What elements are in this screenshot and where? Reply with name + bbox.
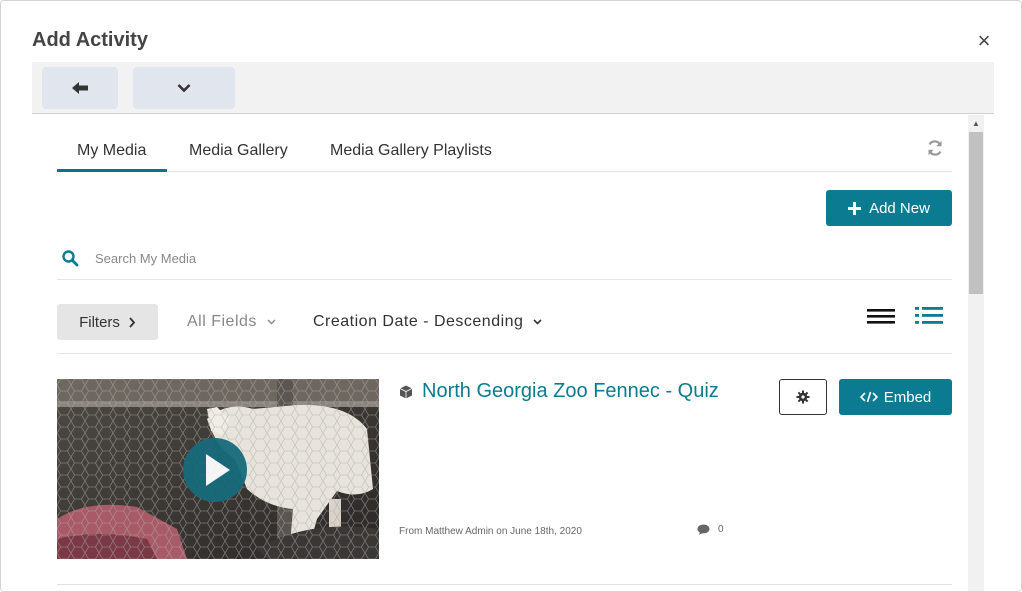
entry-title-link[interactable]: North Georgia Zoo Fennec - Quiz	[422, 380, 719, 403]
search-icon	[62, 250, 79, 267]
sort-select[interactable]: Creation Date - Descending	[313, 313, 543, 331]
sort-select-value: Creation Date - Descending	[313, 313, 524, 330]
menu-dropdown-button[interactable]	[133, 67, 235, 109]
field-select-value: All Fields	[187, 313, 257, 330]
close-button[interactable]: ×	[973, 30, 995, 53]
scroll-up-arrow[interactable]: ▲	[968, 117, 984, 131]
filters-label: Filters	[79, 313, 120, 331]
tab-media-gallery[interactable]: Media Gallery	[189, 142, 288, 160]
scrollbar-thumb[interactable]	[969, 132, 983, 294]
tab-media-gallery-playlists[interactable]: Media Gallery Playlists	[330, 142, 492, 160]
chevron-right-icon	[129, 316, 136, 328]
chevron-down-icon	[533, 319, 543, 325]
media-tabs: My Media Media Gallery Media Gallery Pla…	[57, 133, 952, 172]
embed-label: Embed	[883, 388, 932, 406]
compact-view-icon[interactable]	[867, 304, 895, 328]
plus-icon	[848, 201, 862, 215]
back-button[interactable]	[42, 67, 118, 109]
content-panel: My Media Media Gallery Media Gallery Pla…	[32, 115, 968, 591]
search-bar	[57, 241, 952, 280]
gear-icon	[796, 390, 810, 404]
search-input[interactable]	[95, 245, 695, 271]
add-new-button[interactable]: Add New	[826, 190, 952, 226]
scrollbar[interactable]: ▲	[968, 115, 984, 591]
toolbar	[32, 62, 994, 114]
comment-count-value: 0	[718, 524, 724, 535]
active-tab-indicator	[57, 169, 167, 172]
dialog-title: Add Activity	[32, 29, 148, 51]
tab-my-media[interactable]: My Media	[77, 142, 146, 160]
chevron-down-icon	[267, 319, 276, 325]
code-icon	[859, 391, 878, 403]
comment-count: 0	[697, 524, 724, 535]
media-thumbnail[interactable]	[57, 379, 379, 559]
add-activity-dialog: Add Activity × My Media Media Gallery Me…	[0, 0, 1022, 592]
cube-icon	[399, 385, 413, 399]
detailed-view-icon[interactable]	[915, 304, 943, 328]
add-new-label: Add New	[869, 199, 930, 217]
play-icon	[206, 454, 230, 486]
comment-icon	[697, 524, 710, 535]
embed-button[interactable]: Embed	[839, 379, 952, 415]
entry-settings-button[interactable]	[779, 379, 827, 415]
refresh-icon[interactable]	[926, 139, 944, 157]
filter-bar: Filters All Fields Creation Date - Desce…	[57, 295, 952, 354]
arrow-left-icon	[72, 82, 88, 94]
chevron-down-icon	[177, 84, 191, 93]
filters-button[interactable]: Filters	[57, 304, 158, 340]
play-button[interactable]	[183, 438, 247, 502]
field-select[interactable]: All Fields	[187, 313, 276, 331]
entry-meta: From Matthew Admin on June 18th, 2020	[399, 526, 582, 537]
list-item: North Georgia Zoo Fennec - Quiz Embed Fr…	[57, 379, 952, 585]
